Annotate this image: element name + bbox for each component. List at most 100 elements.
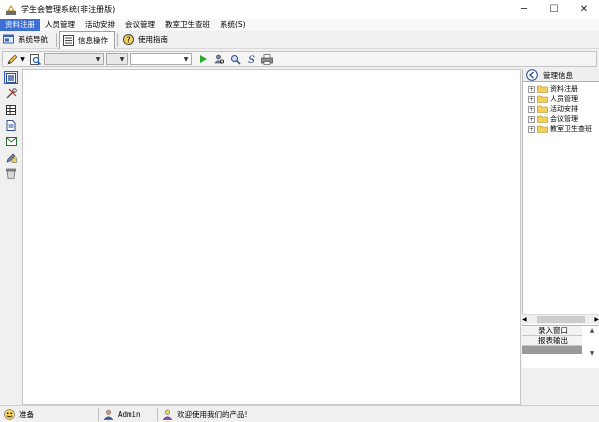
status-message-text: 欢迎使用我们的产品! (177, 409, 248, 419)
title-bar: 学生会管理系统(非注册版) ─ ☐ ✕ (0, 0, 599, 19)
management-panel-header: 管理信息 (523, 69, 599, 82)
tab-separator (56, 32, 57, 47)
edit-button[interactable] (5, 52, 19, 66)
menu-item-classroom-hygiene[interactable]: 教室卫生查班 (160, 19, 215, 31)
expand-icon[interactable]: + (528, 95, 535, 103)
menu-bar: 资料注册 人员管理 活动安排 会议管理 教室卫生查班 系统(S) (0, 19, 599, 31)
window-title: 学生会管理系统(非注册版) (21, 5, 116, 14)
preview-button[interactable] (28, 52, 42, 66)
tree-item-classroom-hygiene[interactable]: + 教室卫生查班 (523, 124, 599, 134)
form-button[interactable] (4, 71, 18, 84)
close-button[interactable]: ✕ (569, 0, 599, 19)
list-vertical-scrollbar[interactable]: ▲ ▼ (586, 327, 598, 357)
management-panel-title: 管理信息 (543, 70, 573, 80)
print-button[interactable] (260, 52, 274, 66)
delete-button[interactable] (4, 167, 18, 180)
scrollbar-thumb[interactable] (536, 316, 585, 323)
tab-navigation[interactable]: 系统导航 (0, 31, 54, 48)
tab-info-operation[interactable]: 信息操作 (59, 30, 115, 49)
expand-icon[interactable]: + (528, 85, 535, 93)
tab-info-operation-label: 信息操作 (78, 35, 108, 45)
svg-text:?: ? (126, 35, 130, 44)
scroll-right-icon[interactable]: ▶ (594, 316, 599, 323)
status-user-name: Admin (118, 409, 141, 419)
form-icon (6, 72, 16, 83)
mail-button[interactable] (4, 135, 18, 148)
table-icon (6, 104, 16, 115)
welcome-icon (162, 409, 173, 420)
tree-item-label: 会议管理 (550, 115, 578, 123)
status-bar: 准备 Admin 欢迎使用我们的产品! (0, 405, 599, 422)
s-letter-icon: S (248, 55, 255, 65)
scroll-down-icon[interactable]: ▼ (590, 350, 595, 357)
smiley-icon (4, 408, 15, 420)
edit-dropdown[interactable]: ▼ (19, 52, 26, 66)
tools-icon (6, 88, 17, 99)
preview-icon (29, 53, 41, 65)
tree-item-registration[interactable]: + 资料注册 (523, 84, 599, 94)
main-work-area[interactable] (22, 69, 521, 405)
tree-item-label: 教室卫生查班 (550, 125, 592, 133)
document-button[interactable] (4, 119, 18, 132)
panel-bottom-fill (522, 346, 582, 354)
search-button[interactable] (228, 52, 242, 66)
s-function-button[interactable]: S (244, 52, 258, 66)
document-icon (6, 120, 16, 131)
tree-item-meetings[interactable]: + 会议管理 (523, 114, 599, 124)
folder-icon (537, 125, 548, 133)
chevron-down-icon: ▼ (20, 55, 25, 63)
expand-icon[interactable]: + (528, 125, 535, 133)
scroll-up-icon[interactable]: ▲ (590, 327, 595, 334)
chevron-down-icon: ▼ (119, 55, 125, 63)
expand-icon[interactable]: + (528, 105, 535, 113)
status-text: 准备 (19, 409, 34, 419)
find-user-button[interactable] (212, 52, 226, 66)
table-button[interactable] (4, 103, 18, 116)
app-icon (6, 4, 16, 15)
tools-button[interactable] (4, 87, 18, 100)
menu-item-system[interactable]: 系统(S) (215, 19, 251, 31)
tree-horizontal-scrollbar[interactable]: ◀ ▶ (522, 314, 599, 324)
tree-item-label: 人员管理 (550, 95, 578, 103)
menu-item-activities[interactable]: 活动安排 (80, 19, 120, 31)
left-toolbar (2, 69, 22, 405)
back-arrow-icon[interactable] (526, 69, 538, 81)
navigation-icon (3, 34, 14, 44)
user-icon (103, 409, 114, 420)
folder-icon (537, 85, 548, 93)
bin-icon (6, 168, 16, 179)
expand-icon[interactable]: + (528, 115, 535, 123)
maximize-button[interactable]: ☐ (539, 0, 569, 19)
tree-item-personnel[interactable]: + 人员管理 (523, 94, 599, 104)
filter-combo-3[interactable]: ▼ (130, 53, 192, 65)
report-output-item[interactable]: 报表输出 (522, 336, 582, 346)
menu-item-registration[interactable]: 资料注册 (0, 19, 40, 31)
find-user-icon (213, 54, 224, 64)
info-operation-icon (63, 34, 74, 46)
filter-combo-2[interactable]: ▼ (106, 53, 128, 65)
record-edit-button[interactable] (4, 151, 18, 164)
tree-item-label: 活动安排 (550, 105, 578, 113)
entry-window-item[interactable]: 录入窗口 (522, 326, 582, 336)
print-icon (261, 53, 273, 65)
scroll-left-icon[interactable]: ◀ (522, 316, 527, 323)
folder-icon (537, 115, 548, 123)
chevron-down-icon: ▼ (95, 55, 101, 63)
help-icon: ? (123, 34, 134, 45)
chevron-down-icon: ▼ (183, 55, 189, 63)
search-icon (230, 54, 241, 65)
svg-text:S: S (248, 55, 255, 65)
edit-icon (6, 153, 17, 163)
minimize-button[interactable]: ─ (509, 0, 539, 19)
filter-combo-1[interactable]: ▼ (44, 53, 104, 65)
tab-user-guide-label: 使用指南 (138, 35, 168, 44)
status-user: Admin (99, 406, 157, 422)
tab-user-guide[interactable]: ? 使用指南 (120, 31, 174, 48)
menu-item-personnel[interactable]: 人员管理 (40, 19, 80, 31)
panel-bottom-list: 录入窗口 报表输出 ▲ ▼ (522, 325, 599, 368)
menu-item-meetings[interactable]: 会议管理 (120, 19, 160, 31)
folder-icon (537, 95, 548, 103)
management-tree: + 资料注册 + 人员管理 + 活动安排 + 会议管理 + 教室卫生查班 (523, 82, 599, 134)
tree-item-activities[interactable]: + 活动安排 (523, 104, 599, 114)
run-button[interactable] (196, 52, 210, 66)
